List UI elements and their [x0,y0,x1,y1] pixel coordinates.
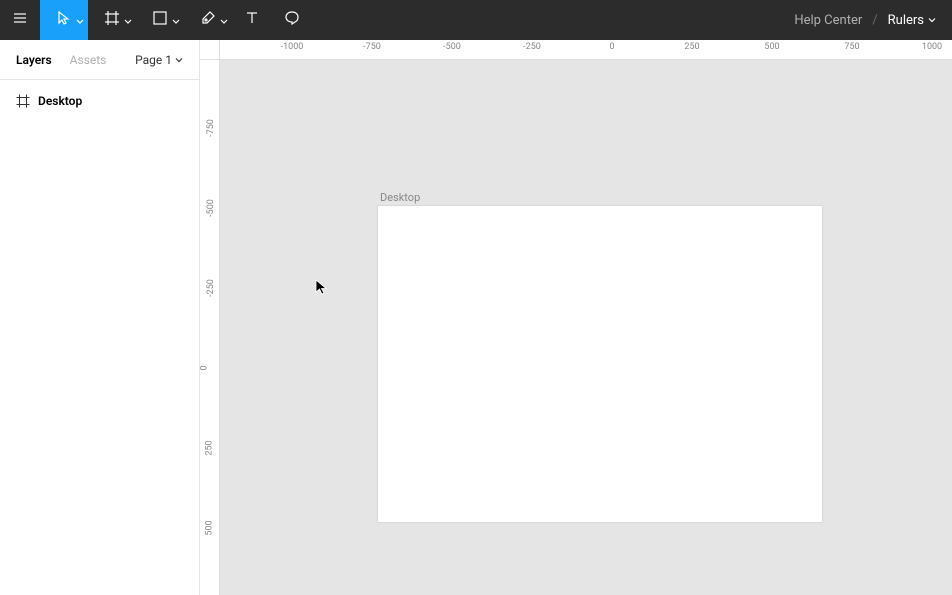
frame-title[interactable]: Desktop [380,191,420,204]
ruler-tick: 750 [844,42,859,52]
breadcrumb-separator: / [872,13,877,28]
layer-label: Desktop [38,94,82,108]
ruler-tick: 0 [200,365,210,370]
comment-tool-button[interactable] [272,0,312,40]
pen-icon [200,10,216,30]
layer-item[interactable]: Desktop [0,88,199,114]
comment-icon [284,10,300,30]
move-tool-button[interactable] [40,0,88,40]
tab-assets[interactable]: Assets [70,53,107,67]
frame-desktop[interactable] [378,206,822,522]
text-icon [244,10,260,30]
ruler-tick: -750 [206,119,216,137]
ruler-tick: 500 [764,42,779,52]
pen-tool-button[interactable] [184,0,232,40]
chevron-down-icon [175,53,183,67]
canvas-wrap: -1000 -750 -500 -250 0 250 500 750 1000 -750 -500… [200,40,952,595]
main-area: Layers Assets Page 1 Desktop -1000 -750 -5… [0,40,952,595]
chevron-down-icon [220,11,228,30]
page-selector[interactable]: Page 1 [135,53,183,67]
chevron-down-icon [928,13,936,28]
frame-icon [104,10,120,30]
chevron-down-icon [172,11,180,30]
sidebar-tabs: Layers Assets Page 1 [0,40,199,80]
frame-icon [16,94,30,108]
ruler-tick: -500 [443,42,461,52]
ruler-tick: -750 [363,42,381,52]
ruler-tick: 0 [609,42,614,52]
frame-tool-button[interactable] [88,0,136,40]
rulers-dropdown[interactable]: Rulers [888,13,936,28]
help-center-link[interactable]: Help Center [794,13,862,28]
text-tool-button[interactable] [232,0,272,40]
cursor-icon [56,10,72,30]
tab-layers[interactable]: Layers [16,53,52,67]
layers-list: Desktop [0,80,199,122]
vertical-ruler[interactable]: -750-500-2500250500750 [200,60,220,595]
shape-tool-button[interactable] [136,0,184,40]
app-toolbar: Help Center / Rulers [0,0,952,40]
ruler-tick: 250 [684,42,699,52]
horizontal-ruler[interactable]: -1000 -750 -500 -250 0 250 500 750 1000 [220,40,952,60]
canvas[interactable]: Desktop [220,60,952,595]
ruler-tick: -1000 [281,42,304,52]
ruler-tick: -250 [523,42,541,52]
rulers-label: Rulers [888,13,924,28]
chevron-down-icon [76,11,84,30]
toolbar-left [0,0,312,40]
ruler-corner[interactable] [200,40,220,60]
ruler-tick: -250 [206,279,216,297]
toolbar-right: Help Center / Rulers [794,13,952,28]
ruler-tick: -500 [206,199,216,217]
ruler-tick: 500 [205,520,215,535]
page-label: Page 1 [135,53,172,67]
chevron-down-icon [124,11,132,30]
menu-button[interactable] [0,0,40,40]
ruler-tick: 250 [205,440,215,455]
left-sidebar: Layers Assets Page 1 Desktop [0,40,200,595]
square-icon [152,10,168,30]
hamburger-icon [12,10,28,30]
cursor-icon [315,279,329,299]
ruler-tick: 1000 [922,42,942,52]
